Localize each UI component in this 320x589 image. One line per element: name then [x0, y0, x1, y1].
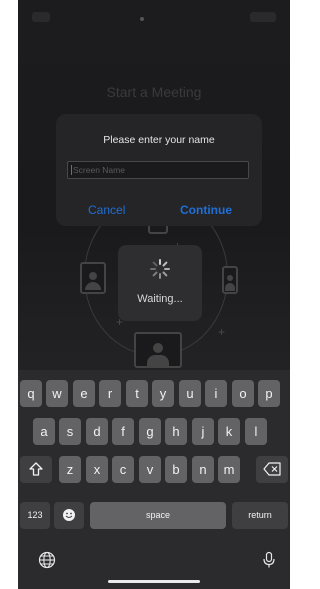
key-p[interactable]: p [258, 380, 280, 407]
status-bar-dot [140, 17, 144, 21]
key-t[interactable]: t [126, 380, 148, 407]
name-dialog: Please enter your name Screen Name Cance… [56, 114, 262, 226]
key-k[interactable]: k [218, 418, 240, 445]
delete-key[interactable] [256, 456, 288, 483]
key-d[interactable]: d [86, 418, 108, 445]
key-c[interactable]: c [112, 456, 134, 483]
emoji-icon [63, 509, 75, 521]
key-j[interactable]: j [192, 418, 214, 445]
key-i[interactable]: i [205, 380, 227, 407]
key-m[interactable]: m [218, 456, 240, 483]
delete-icon [263, 462, 281, 476]
keyboard: q w e r t y u i o p a s d f g h j k l z … [18, 370, 290, 589]
key-l[interactable]: l [245, 418, 267, 445]
tablet-left-icon [80, 262, 106, 294]
continue-button[interactable]: Continue [180, 203, 232, 217]
key-u[interactable]: u [179, 380, 201, 407]
microphone-icon[interactable] [260, 551, 278, 569]
page-title: Start a Meeting [106, 84, 202, 100]
phone-screen: Start a Meeting + + + Waiting. [18, 0, 290, 589]
plus-icon: + [218, 325, 226, 339]
shift-key[interactable] [20, 456, 52, 483]
key-n[interactable]: n [192, 456, 214, 483]
emoji-key[interactable] [54, 502, 84, 529]
laptop-bottom-icon [134, 332, 182, 368]
key-q[interactable]: q [20, 380, 42, 407]
space-key[interactable]: space [90, 502, 226, 529]
waiting-indicator: Waiting... [118, 245, 202, 321]
status-bar-right [250, 12, 276, 22]
numbers-key[interactable]: 123 [20, 502, 50, 529]
key-g[interactable]: g [139, 418, 161, 445]
key-r[interactable]: r [99, 380, 121, 407]
key-f[interactable]: f [112, 418, 134, 445]
key-x[interactable]: x [86, 456, 108, 483]
phone-right-icon [222, 266, 238, 294]
spinner-icon [150, 259, 170, 279]
key-e[interactable]: e [73, 380, 95, 407]
globe-icon[interactable] [38, 551, 56, 569]
key-b[interactable]: b [165, 456, 187, 483]
key-o[interactable]: o [232, 380, 254, 407]
return-key[interactable]: return [232, 502, 288, 529]
status-bar-left [32, 12, 50, 22]
screen-name-input[interactable]: Screen Name [67, 161, 249, 179]
key-z[interactable]: z [59, 456, 81, 483]
key-h[interactable]: h [165, 418, 187, 445]
key-v[interactable]: v [139, 456, 161, 483]
key-a[interactable]: a [33, 418, 55, 445]
key-s[interactable]: s [59, 418, 81, 445]
waiting-label: Waiting... [137, 293, 183, 305]
shift-icon [29, 462, 43, 476]
key-w[interactable]: w [46, 380, 68, 407]
dialog-title: Please enter your name [103, 134, 215, 146]
key-y[interactable]: y [152, 380, 174, 407]
cancel-button[interactable]: Cancel [88, 203, 125, 217]
home-indicator[interactable] [108, 580, 200, 583]
